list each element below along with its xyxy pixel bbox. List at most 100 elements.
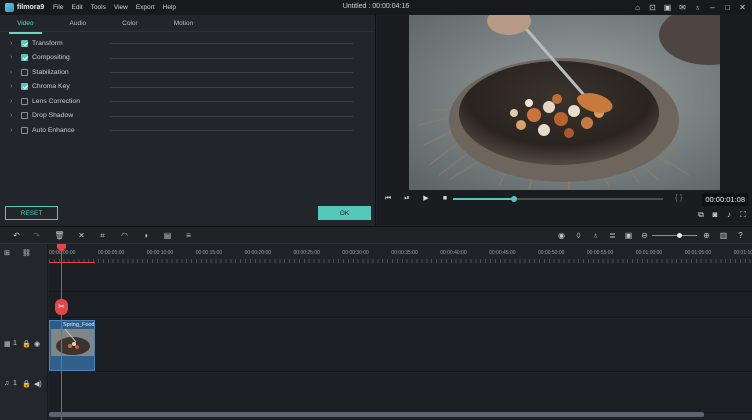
- fit-timeline-icon[interactable]: ▥: [718, 230, 729, 241]
- snapshot-icon[interactable]: ◙: [710, 210, 720, 220]
- scrubber-handle[interactable]: [510, 196, 517, 202]
- ruler-label: 00:00:15:00: [195, 250, 223, 256]
- tab-motion[interactable]: Motion: [166, 17, 202, 30]
- snapshot-tool-icon[interactable]: ▣: [623, 230, 634, 241]
- fullscreen-icon[interactable]: ⛶: [738, 210, 748, 220]
- ruler-label: 00:00:10:00: [146, 250, 174, 256]
- zoom-handle[interactable]: [677, 233, 682, 238]
- chroma-key-checkbox[interactable]: [21, 83, 28, 91]
- clip-name: Spring_Food: [63, 322, 95, 328]
- reset-button[interactable]: RESET: [5, 206, 58, 220]
- stop-icon[interactable]: ■: [440, 194, 450, 204]
- undo-icon[interactable]: ↶: [11, 230, 22, 241]
- close-icon[interactable]: ✕: [737, 2, 748, 13]
- link-icon[interactable]: ⛓: [22, 249, 31, 257]
- delete-icon[interactable]: 🗑: [54, 230, 65, 241]
- add-track-icon[interactable]: ⊞: [4, 249, 10, 257]
- preview-scrubber[interactable]: [453, 196, 663, 202]
- mark-in-out[interactable]: { }: [675, 193, 683, 202]
- green-screen-icon[interactable]: ▤: [162, 230, 173, 241]
- chevron-right-icon[interactable]: ›: [10, 54, 18, 61]
- tab-color[interactable]: Color: [114, 17, 146, 30]
- timeline-zoom-slider[interactable]: [652, 233, 697, 238]
- divider: [110, 101, 353, 102]
- menu-help[interactable]: Help: [163, 4, 176, 11]
- render-preview-icon[interactable]: ⧉: [696, 210, 706, 220]
- eye-icon[interactable]: ◉: [34, 340, 40, 348]
- chevron-right-icon[interactable]: ›: [10, 98, 18, 105]
- lens-correction-checkbox[interactable]: [21, 97, 28, 105]
- cut-icon[interactable]: ✕: [76, 230, 87, 241]
- menu-export[interactable]: Export: [136, 4, 155, 11]
- menu-edit[interactable]: Edit: [71, 4, 82, 11]
- preview-timecode: 00:00:01:08: [702, 193, 748, 206]
- property-chroma-key[interactable]: › Chroma Key: [0, 80, 375, 95]
- ruler-label: 00:00:50:00: [538, 250, 565, 256]
- color-icon[interactable]: ◑: [140, 230, 151, 241]
- divider: [110, 130, 353, 131]
- redo-icon[interactable]: ↷: [31, 230, 42, 241]
- empty-track[interactable]: [49, 292, 752, 318]
- menu-bar: File Edit Tools View Export Help: [49, 4, 180, 11]
- voiceover-icon[interactable]: ♁: [590, 230, 601, 241]
- stabilization-checkbox[interactable]: [21, 68, 28, 76]
- clip-waveform-area: [50, 356, 94, 370]
- marker-icon[interactable]: ◊: [573, 230, 584, 241]
- microphone-icon[interactable]: ♁: [692, 2, 703, 13]
- cart-icon[interactable]: ⊡: [647, 2, 658, 13]
- zoom-out-icon[interactable]: ⊖: [639, 230, 650, 241]
- chevron-right-icon[interactable]: ›: [10, 127, 18, 134]
- render-icon[interactable]: ◉: [556, 230, 567, 241]
- tab-audio[interactable]: Audio: [62, 17, 95, 30]
- help-icon[interactable]: ?: [735, 230, 746, 241]
- lock-icon[interactable]: 🔒: [22, 340, 31, 348]
- video-clip[interactable]: Spring_Food: [49, 320, 95, 371]
- ruler-label: 00:01:05:00: [684, 250, 712, 256]
- minimize-icon[interactable]: –: [707, 2, 718, 13]
- gift-icon[interactable]: ▣: [662, 2, 673, 13]
- scrubber-progress: [453, 198, 514, 200]
- play-icon[interactable]: ▶: [421, 194, 431, 204]
- speed-icon[interactable]: ◠: [119, 230, 130, 241]
- chevron-right-icon[interactable]: ›: [10, 83, 18, 90]
- property-stabilization[interactable]: › Stabilization: [0, 65, 375, 80]
- speaker-icon[interactable]: ◀): [34, 380, 42, 388]
- property-compositing[interactable]: › Compositing: [0, 51, 375, 66]
- chevron-right-icon[interactable]: ›: [10, 40, 18, 47]
- property-auto-enhance[interactable]: › Auto Enhance: [0, 123, 375, 138]
- ruler-label: 00:00:25:00: [293, 250, 320, 256]
- feedback-icon[interactable]: ✉: [677, 2, 688, 13]
- audio-track[interactable]: [49, 373, 752, 413]
- menu-file[interactable]: File: [53, 4, 63, 11]
- compositing-checkbox[interactable]: [21, 54, 28, 62]
- property-drop-shadow[interactable]: › Drop Shadow: [0, 109, 375, 124]
- playhead[interactable]: [61, 245, 62, 420]
- audio-adjust-icon[interactable]: ≡: [183, 230, 194, 241]
- transform-checkbox[interactable]: [21, 39, 28, 47]
- drop-shadow-checkbox[interactable]: [21, 112, 28, 120]
- crop-icon[interactable]: ⌗: [97, 230, 108, 241]
- ok-button[interactable]: OK: [318, 206, 371, 220]
- chevron-right-icon[interactable]: ›: [10, 69, 18, 76]
- chevron-right-icon[interactable]: ›: [10, 112, 18, 119]
- tab-video[interactable]: Video: [9, 17, 42, 34]
- maximize-icon[interactable]: □: [722, 2, 733, 13]
- audio-mixer-icon[interactable]: ≣: [607, 230, 618, 241]
- play-pause-icon[interactable]: ⏯: [402, 194, 412, 204]
- split-icon[interactable]: ✂: [55, 299, 68, 315]
- lock-icon[interactable]: 🔒: [22, 380, 31, 388]
- video-track[interactable]: [49, 319, 752, 372]
- timeline-scrollbar[interactable]: [49, 412, 704, 417]
- account-icon[interactable]: ⌂: [632, 2, 643, 13]
- video-preview[interactable]: [409, 15, 720, 190]
- property-transform[interactable]: › Transform: [0, 36, 375, 51]
- menu-tools[interactable]: Tools: [91, 4, 106, 11]
- previous-frame-icon[interactable]: ⏮: [383, 194, 393, 204]
- menu-view[interactable]: View: [114, 4, 128, 11]
- property-lens-correction[interactable]: › Lens Correction: [0, 94, 375, 109]
- empty-track[interactable]: [49, 264, 752, 292]
- timeline-ruler[interactable]: 00:00:00:00 00:00:05:00 00:00:10:00 00:00:1…: [49, 244, 752, 264]
- volume-icon[interactable]: ♪: [724, 210, 734, 220]
- zoom-in-icon[interactable]: ⊕: [701, 230, 712, 241]
- auto-enhance-checkbox[interactable]: [21, 126, 28, 134]
